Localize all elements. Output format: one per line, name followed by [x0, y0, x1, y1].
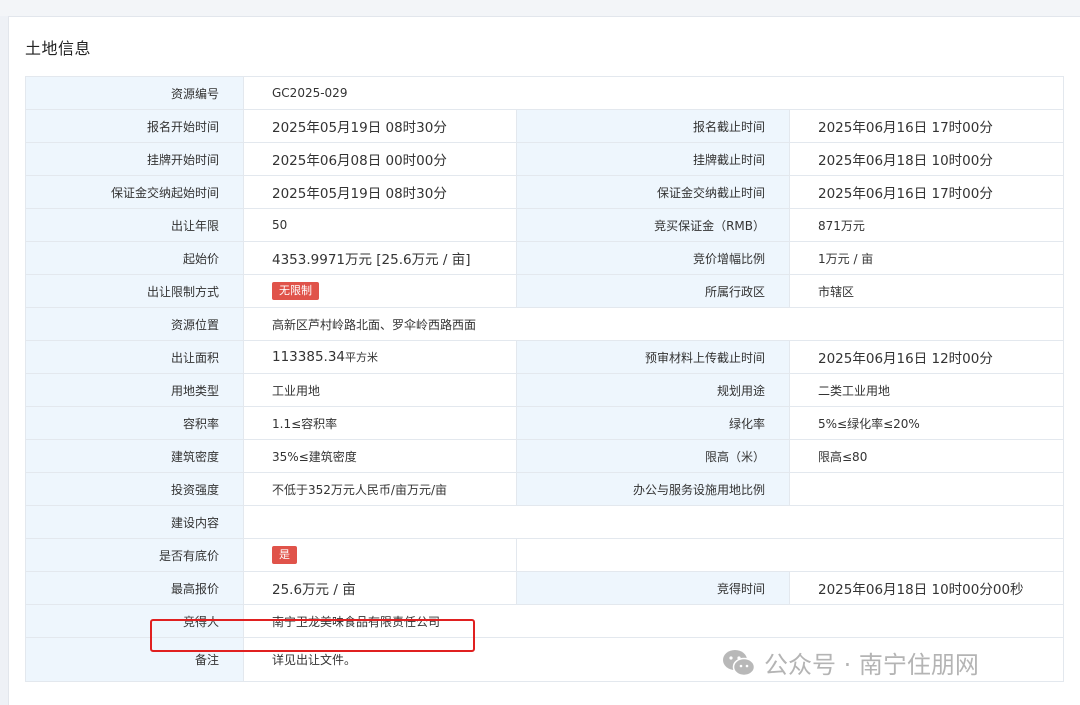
term-label: 出让年限 [25, 208, 244, 242]
investment-value: 不低于352万元人民币/亩万元/亩 [243, 472, 517, 506]
land-info-panel: 土地信息 资源编号 GC2025-029 报名开始时间 2025年05月19日 … [8, 16, 1080, 705]
reserve-cell: 是 [243, 538, 517, 572]
height-value: 限高≤80 [788, 439, 1065, 473]
win-time-label: 竞得时间 [516, 571, 790, 605]
win-time-value: 2025年06月18日 10时00分00秒 [788, 571, 1065, 605]
deposit-start-label: 保证金交纳起始时间 [25, 175, 244, 209]
table-row: 起始价 4353.9971万元 [25.6万元 / 亩] 竞价增幅比例 1万元 … [25, 241, 1065, 275]
deposit-end-label: 保证金交纳截止时间 [516, 175, 790, 209]
far-label: 容积率 [25, 406, 244, 440]
watermark: 公众号 · 南宁住朋网 [722, 645, 979, 680]
top-bid-label: 最高报价 [25, 571, 244, 605]
top-bid-value: 25.6万元 / 亩 [243, 571, 517, 605]
planned-use-value: 二类工业用地 [788, 373, 1065, 407]
location-label: 资源位置 [25, 307, 244, 341]
land-type-label: 用地类型 [25, 373, 244, 407]
office-ratio-label: 办公与服务设施用地比例 [516, 472, 790, 506]
table-row: 资源位置 高新区芦村岭路北面、罗伞岭西路西面 [25, 307, 1065, 341]
table-row: 出让面积 113385.34平方米 预审材料上传截止时间 2025年06月16日… [25, 340, 1065, 374]
far-value: 1.1≤容积率 [243, 406, 517, 440]
table-row: 出让限制方式 无限制 所属行政区 市辖区 [25, 274, 1065, 308]
deposit-end-value: 2025年06月16日 17时00分 [788, 175, 1065, 209]
table-row: 容积率 1.1≤容积率 绿化率 5%≤绿化率≤20% [25, 406, 1065, 440]
resource-no-label: 资源编号 [25, 76, 244, 110]
area-cell: 113385.34平方米 [243, 340, 517, 374]
increment-label: 竞价增幅比例 [516, 241, 790, 275]
table-row: 投资强度 不低于352万元人民币/亩万元/亩 办公与服务设施用地比例 [25, 472, 1065, 506]
planned-use-label: 规划用途 [516, 373, 790, 407]
land-type-value: 工业用地 [243, 373, 517, 407]
area-value: 113385.34 [272, 349, 346, 365]
table-row: 竞得人 南宁卫龙美味食品有限责任公司 [25, 604, 1065, 638]
empty-cell [515, 538, 1065, 572]
table-row: 资源编号 GC2025-029 [25, 76, 1065, 110]
deposit-start-value: 2025年05月19日 08时30分 [243, 175, 517, 209]
restriction-label: 出让限制方式 [25, 274, 244, 308]
wechat-icon [722, 648, 756, 678]
deposit-value: 871万元 [788, 208, 1065, 242]
top-strip [0, 0, 1080, 16]
land-info-table: 资源编号 GC2025-029 报名开始时间 2025年05月19日 08时30… [25, 76, 1065, 682]
table-row: 出让年限 50 竞买保证金（RMB） 871万元 [25, 208, 1065, 242]
location-value: 高新区芦村岭路北面、罗伞岭西路西面 [242, 307, 1065, 341]
reserve-label: 是否有底价 [25, 538, 244, 572]
density-label: 建筑密度 [25, 439, 244, 473]
green-label: 绿化率 [516, 406, 790, 440]
reserve-badge: 是 [272, 546, 297, 564]
winner-label: 竞得人 [25, 604, 244, 638]
remark-label: 备注 [25, 637, 244, 682]
table-row: 用地类型 工业用地 规划用途 二类工业用地 [25, 373, 1065, 407]
table-row: 最高报价 25.6万元 / 亩 竞得时间 2025年06月18日 10时00分0… [25, 571, 1065, 605]
restriction-cell: 无限制 [243, 274, 517, 308]
winner-value: 南宁卫龙美味食品有限责任公司 [242, 604, 1065, 638]
reg-end-value: 2025年06月16日 17时00分 [788, 109, 1065, 143]
term-value: 50 [243, 208, 517, 242]
listing-end-value: 2025年06月18日 10时00分 [788, 142, 1065, 176]
district-label: 所属行政区 [516, 274, 790, 308]
deposit-label: 竞买保证金（RMB） [516, 208, 790, 242]
investment-label: 投资强度 [25, 472, 244, 506]
office-ratio-value [788, 472, 1065, 506]
green-value: 5%≤绿化率≤20% [788, 406, 1065, 440]
density-value: 35%≤建筑密度 [243, 439, 517, 473]
resource-no-value: GC2025-029 [242, 76, 1065, 110]
table-row: 挂牌开始时间 2025年06月08日 00时00分 挂牌截止时间 2025年06… [25, 142, 1065, 176]
content-label: 建设内容 [25, 505, 244, 539]
reg-start-label: 报名开始时间 [25, 109, 244, 143]
district-value: 市辖区 [788, 274, 1065, 308]
watermark-text: 公众号 · 南宁住朋网 [764, 651, 979, 679]
start-price-label: 起始价 [25, 241, 244, 275]
start-price-value: 4353.9971万元 [25.6万元 / 亩] [243, 241, 517, 275]
reg-start-value: 2025年05月19日 08时30分 [243, 109, 517, 143]
panel-title: 土地信息 [25, 39, 92, 58]
table-row: 保证金交纳起始时间 2025年05月19日 08时30分 保证金交纳截止时间 2… [25, 175, 1065, 209]
listing-start-label: 挂牌开始时间 [25, 142, 244, 176]
content-value [242, 505, 1065, 539]
pre-review-value: 2025年06月16日 12时00分 [788, 340, 1065, 374]
increment-value: 1万元 / 亩 [788, 241, 1065, 275]
area-label: 出让面积 [25, 340, 244, 374]
table-row: 建设内容 [25, 505, 1065, 539]
table-row: 建筑密度 35%≤建筑密度 限高（米） 限高≤80 [25, 439, 1065, 473]
reg-end-label: 报名截止时间 [516, 109, 790, 143]
listing-end-label: 挂牌截止时间 [516, 142, 790, 176]
table-row: 报名开始时间 2025年05月19日 08时30分 报名截止时间 2025年06… [25, 109, 1065, 143]
restriction-badge: 无限制 [272, 282, 319, 300]
pre-review-label: 预审材料上传截止时间 [516, 340, 790, 374]
height-label: 限高（米） [516, 439, 790, 473]
listing-start-value: 2025年06月08日 00时00分 [243, 142, 517, 176]
area-unit: 平方米 [345, 351, 379, 364]
table-row: 是否有底价 是 [25, 538, 1065, 572]
